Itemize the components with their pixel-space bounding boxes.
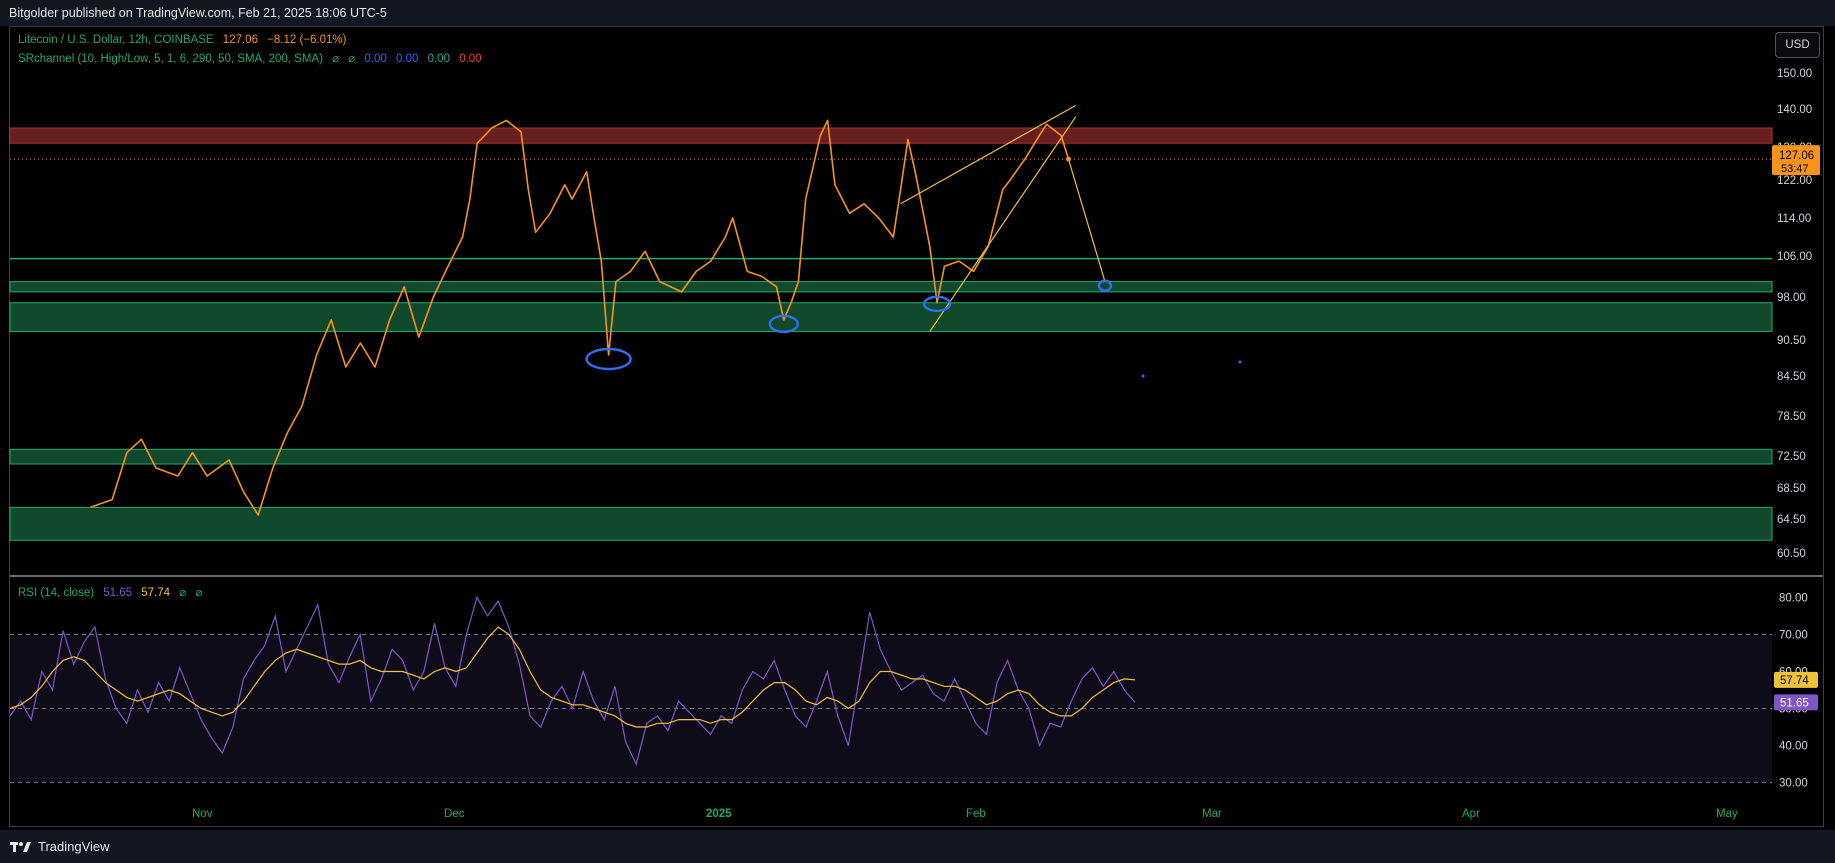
time-tick-label: Apr [1462,808,1480,820]
time-tick-label: Nov [192,808,213,820]
footer-bar [0,830,1835,863]
indicator-value-3: 0.00 [427,53,450,65]
rsi-ma-badge-value: 57.74 [1780,675,1809,687]
support-zone-4 [9,506,1773,541]
settings-icon[interactable]: ⌀ [195,587,202,599]
price-tick-label: 68.50 [1777,483,1806,495]
tradingview-brand: TradingView [38,839,110,854]
rsi-tick-label: 70.00 [1779,629,1808,641]
indicator-name: SRchannel (10, High/Low, 5, 1, 6, 290, 5… [18,53,323,65]
price-tick-label: 84.50 [1777,371,1806,383]
rsi-legend[interactable]: RSI (14, close) 51.65 57.74 ⌀ ⌀ [18,585,208,599]
rsi-tick-label: 80.00 [1779,592,1808,604]
wedge-line-2 [929,116,1077,332]
symbol-name: Litecoin / U.S. Dollar, 12h, COINBASE [18,34,214,46]
price-tick-label: 140.00 [1777,104,1812,116]
annotation-dot-1 [1141,374,1145,378]
eye-icon[interactable]: ⌀ [332,53,339,65]
time-tick-label: Mar [1202,808,1222,820]
rsi-name: RSI (14, close) [18,587,95,599]
annotation-dot-2 [1238,360,1242,364]
time-tick-label: May [1716,808,1738,820]
price-tick-label: 150.00 [1777,68,1812,80]
price-tick-label: 72.50 [1777,451,1806,463]
price-tick-label: 60.50 [1777,548,1806,560]
symbol-legend[interactable]: Litecoin / U.S. Dollar, 12h, COINBASE 12… [18,34,352,46]
support-zone-2 [9,302,1773,332]
time-tick-label: Dec [444,808,465,820]
price-badge-countdown: 53:47 [1781,163,1809,175]
price-tick-label: 64.50 [1777,514,1806,526]
symbol-change: −8.12 (−6.01%) [267,34,347,46]
support-zone-3 [9,448,1773,465]
price-tick-label: 106.00 [1777,251,1812,263]
indicator-legend[interactable]: SRchannel (10, High/Low, 5, 1, 6, 290, 5… [18,51,488,65]
price-tick-label: 114.00 [1777,213,1811,225]
indicator-value-4: 0.00 [459,53,482,65]
price-tick-label: 98.00 [1777,292,1806,304]
settings-icon[interactable]: ⌀ [348,53,355,65]
rsi-badge-value: 51.65 [1780,697,1809,709]
support-zone-1 [9,281,1773,293]
resistance-zone [9,127,1773,144]
rsi-ma-value: 57.74 [141,587,171,599]
indicator-value-1: 0.00 [364,53,387,65]
price-badge-value: 127.06 [1779,150,1814,162]
price-tick-label: 90.50 [1777,335,1806,347]
price-tick-label: 78.50 [1777,411,1806,423]
price-tick-label: 122.00 [1777,175,1812,187]
indicator-value-2: 0.00 [396,53,419,65]
rsi-tick-label: 40.00 [1779,741,1808,753]
chart-canvas[interactable]: 150.00140.00130.00122.00114.00106.0098.0… [0,0,1835,863]
projection-start-point [1066,156,1071,162]
symbol-price: 127.06 [222,34,258,46]
tradingview-logo: TradingView [10,839,110,854]
rsi-tick-label: 30.00 [1779,778,1808,790]
tradingview-logo-icon [10,841,31,852]
rsi-value: 51.65 [103,587,133,599]
currency-button[interactable]: USD [1775,32,1820,58]
time-tick-label: Feb [966,808,986,820]
eye-icon[interactable]: ⌀ [179,587,186,599]
projection-line [1067,158,1106,282]
time-tick-label: 2025 [706,808,732,820]
